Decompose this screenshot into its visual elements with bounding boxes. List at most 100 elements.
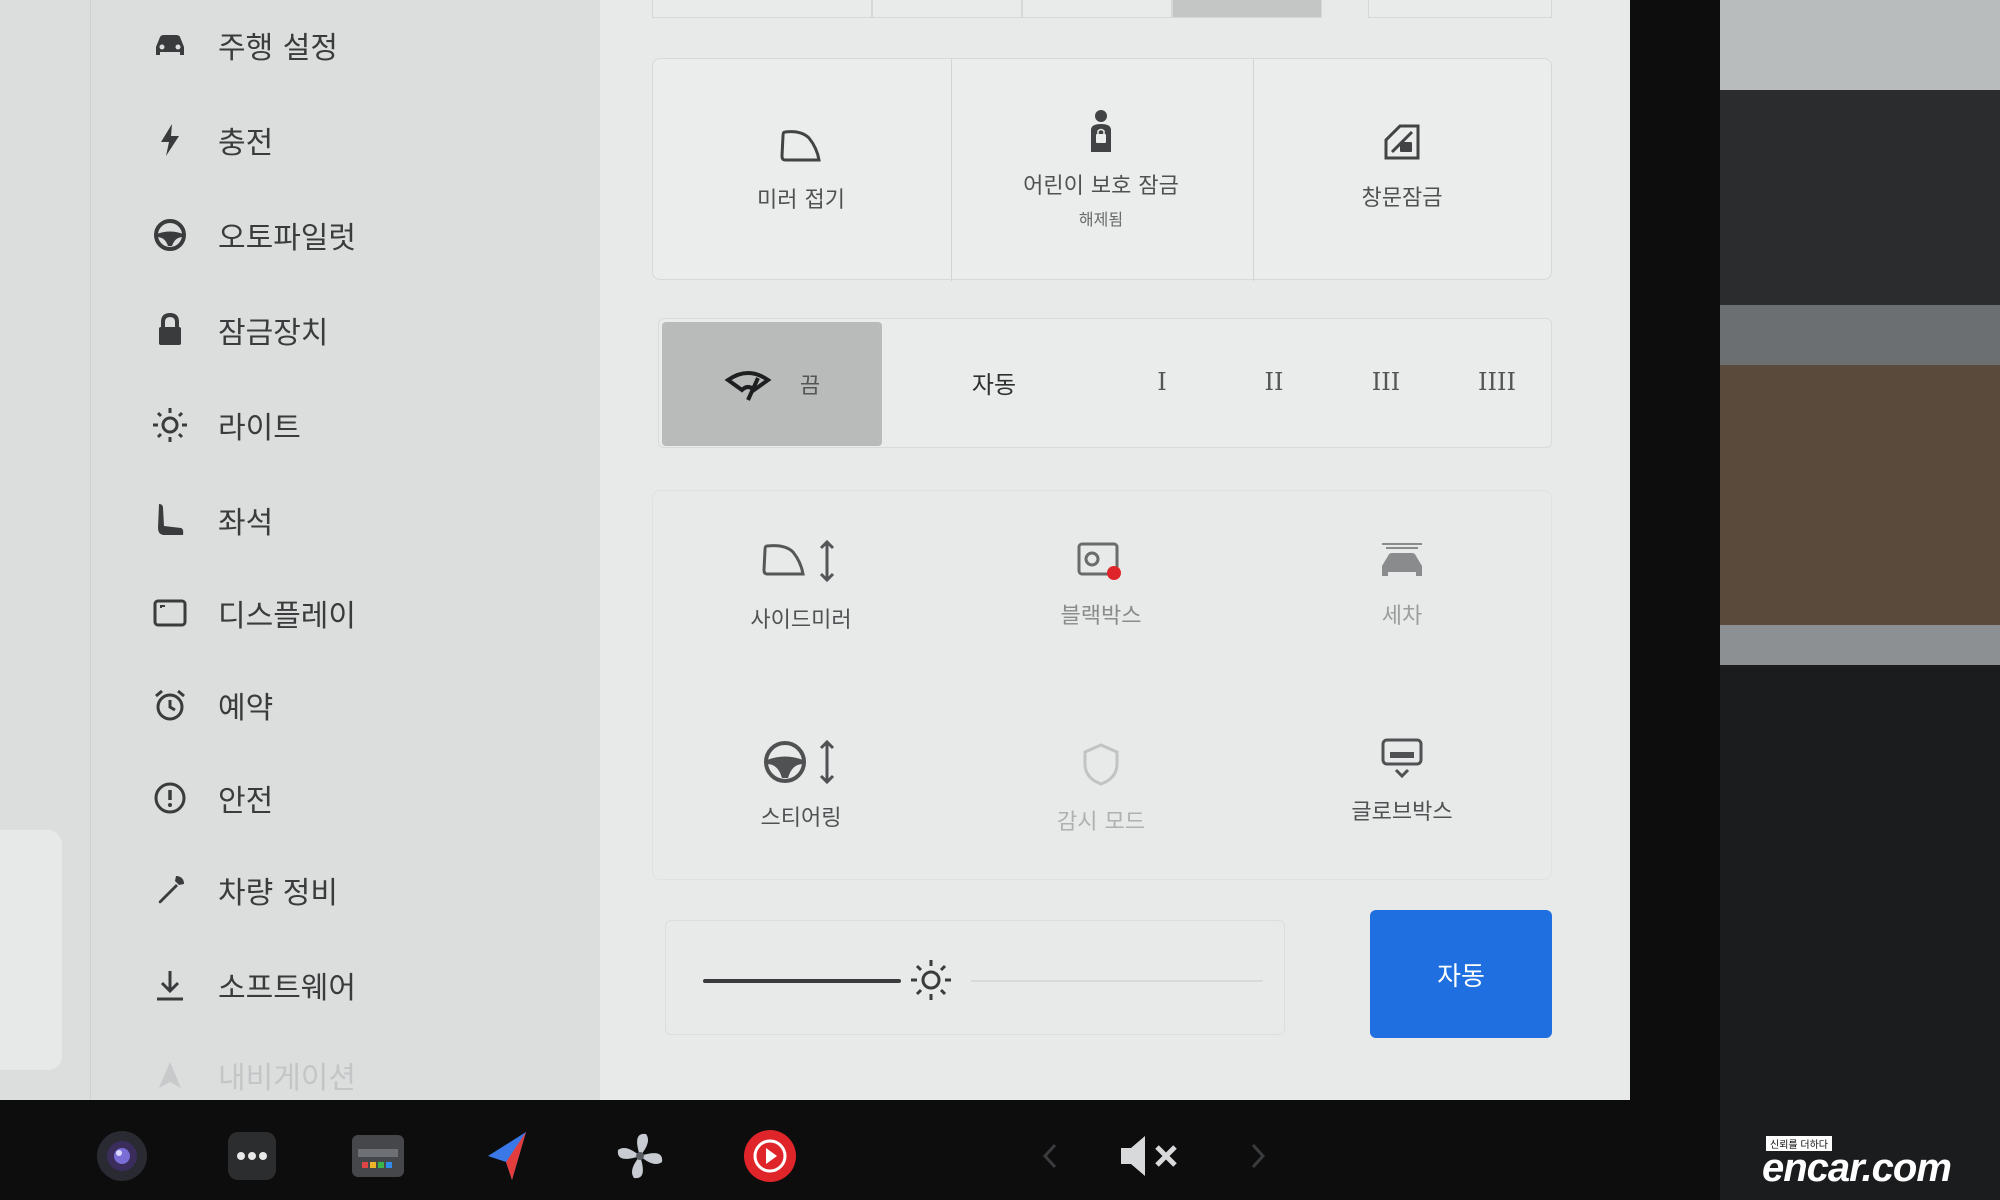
car-wash-icon <box>1378 540 1426 584</box>
wiper-option-speed-4[interactable]: IIII <box>1442 318 1552 446</box>
wiper-speed-label: IIII <box>1478 368 1516 396</box>
wiper-icon <box>724 366 772 402</box>
sidebar-item-seats[interactable]: 좌석 <box>150 490 570 550</box>
sidebar-item-label: 소프트웨어 <box>218 971 356 1006</box>
volume-mute-icon <box>1117 1133 1183 1183</box>
sidebar-item-driving[interactable]: 주행 설정 <box>150 15 570 75</box>
glovebox-button[interactable]: 글로브박스 <box>1252 736 1552 826</box>
seat-icon <box>150 500 190 540</box>
sidebar-item-navigation[interactable]: 내비게이션 <box>150 1045 570 1100</box>
media-app-button[interactable] <box>742 1130 798 1186</box>
toybox-app-button[interactable] <box>350 1130 406 1186</box>
sidebar-item-label: 오토파일럿 <box>218 221 356 256</box>
fan-icon <box>612 1128 668 1188</box>
navigation-arrow-icon <box>482 1128 538 1188</box>
toybox-icon <box>350 1131 406 1185</box>
sidebar-item-label: 디스플레이 <box>218 599 356 634</box>
sidebar-item-software[interactable]: 소프트웨어 <box>150 955 570 1015</box>
info-circle-icon <box>150 778 190 818</box>
wrench-icon <box>150 870 190 910</box>
navigation-icon <box>150 1055 190 1095</box>
sidebar-item-safety[interactable]: 안전 <box>150 768 570 828</box>
child-lock-button[interactable]: 어린이 보호 잠금 해제됨 <box>950 108 1252 230</box>
glovebox-label: 글로브박스 <box>1351 800 1453 825</box>
brightness-auto-button[interactable]: 자동 <box>1370 910 1552 1038</box>
sidebar-item-label: 라이트 <box>218 411 301 446</box>
sidebar-item-locks[interactable]: 잠금장치 <box>150 300 570 360</box>
wiper-option-speed-1[interactable]: I <box>1106 318 1218 446</box>
child-lock-label: 어린이 보호 잠금 <box>1023 174 1179 199</box>
wiper-option-speed-3[interactable]: III <box>1330 318 1442 446</box>
camera-app-button[interactable] <box>94 1130 150 1186</box>
sidebar-item-label: 주행 설정 <box>218 31 338 66</box>
brightness-slider[interactable] <box>703 975 1303 987</box>
side-mirror-adjust-icon <box>761 539 841 588</box>
touchscreen: 주행 설정 충전 오토파일럿 잠금장치 라이트 좌석 디스플레이 예약 안전 차… <box>0 0 1630 1100</box>
alarm-clock-icon <box>150 685 190 725</box>
watermark-brand: encar.com <box>1762 1146 1952 1190</box>
wiper-off-label: 끔 <box>799 374 821 399</box>
wiper-option-auto[interactable]: 자동 <box>882 318 1106 446</box>
dashcam-label: 블랙박스 <box>1060 604 1142 629</box>
window-lock-label: 창문잠금 <box>1361 186 1443 211</box>
encar-watermark: 신뢰를 더하다 encar.com <box>1762 1132 1992 1192</box>
download-icon <box>150 965 190 1005</box>
steering-adjust-button[interactable]: 스티어링 <box>652 738 950 832</box>
more-apps-button[interactable] <box>224 1130 280 1186</box>
media-play-icon <box>742 1128 798 1188</box>
child-lock-status: 해제됨 <box>1078 210 1124 229</box>
steering-adjust-icon <box>761 738 841 790</box>
more-icon <box>227 1131 277 1185</box>
wiper-auto-label: 자동 <box>971 370 1017 399</box>
child-lock-icon <box>1083 108 1119 158</box>
wiper-speed-label: III <box>1371 368 1401 396</box>
volume-mute-button[interactable] <box>1110 1130 1190 1186</box>
dashcam-button[interactable]: 블랙박스 <box>950 540 1252 630</box>
display-icon <box>150 593 190 633</box>
mirror-fold-label: 미러 접기 <box>757 188 845 213</box>
top-controls-row <box>652 0 1552 18</box>
sidebar-item-autopilot[interactable]: 오토파일럿 <box>150 205 570 265</box>
sidebar-item-schedule[interactable]: 예약 <box>150 675 570 735</box>
dashcam-icon <box>1076 540 1126 584</box>
sidebar-item-service[interactable]: 차량 정비 <box>150 860 570 920</box>
sidebar-item-label: 충전 <box>218 126 274 161</box>
sentry-mode-label: 감시 모드 <box>1057 810 1145 835</box>
mirror-fold-button[interactable]: 미러 접기 <box>652 128 950 214</box>
wiper-option-off[interactable]: 끔 <box>662 322 882 446</box>
car-wash-button[interactable]: 세차 <box>1252 540 1552 630</box>
climate-app-button[interactable] <box>612 1130 668 1186</box>
lock-icon <box>150 310 190 350</box>
chevron-right-icon <box>1249 1141 1267 1175</box>
navigation-app-button[interactable] <box>482 1130 538 1186</box>
mirror-icon <box>779 128 823 168</box>
side-mirror-label: 사이드미러 <box>750 608 852 633</box>
sun-icon <box>150 405 190 445</box>
wiper-speed-label: II <box>1264 368 1284 396</box>
window-lock-button[interactable]: 창문잠금 <box>1252 122 1552 212</box>
wiper-option-speed-2[interactable]: II <box>1218 318 1330 446</box>
window-lock-icon <box>1382 122 1422 166</box>
car-wash-label: 세차 <box>1381 604 1423 629</box>
volume-down-button[interactable] <box>1020 1130 1080 1186</box>
brightness-icon[interactable] <box>909 958 953 1006</box>
sidebar-item-charging[interactable]: 충전 <box>150 110 570 170</box>
brightness-slider-track <box>971 980 1263 982</box>
sidebar-item-label: 차량 정비 <box>218 876 338 911</box>
steering-wheel-icon <box>150 215 190 255</box>
steering-adjust-label: 스티어링 <box>760 806 842 831</box>
sentry-icon <box>1079 742 1123 790</box>
panel-edge <box>0 830 62 1070</box>
camera-icon <box>95 1129 149 1187</box>
lightning-icon <box>150 120 190 160</box>
wiper-speed-label: I <box>1157 368 1167 396</box>
sidebar-item-label: 내비게이션 <box>218 1061 356 1096</box>
glovebox-icon <box>1380 736 1424 784</box>
volume-up-button[interactable] <box>1228 1130 1288 1186</box>
sidebar-item-label: 안전 <box>218 784 274 819</box>
side-mirror-button[interactable]: 사이드미러 <box>652 539 950 634</box>
sidebar-item-display[interactable]: 디스플레이 <box>150 583 570 643</box>
sidebar-item-lights[interactable]: 라이트 <box>150 395 570 455</box>
car-interior-backdrop <box>1720 0 2000 1200</box>
sentry-mode-button[interactable]: 감시 모드 <box>950 742 1252 836</box>
